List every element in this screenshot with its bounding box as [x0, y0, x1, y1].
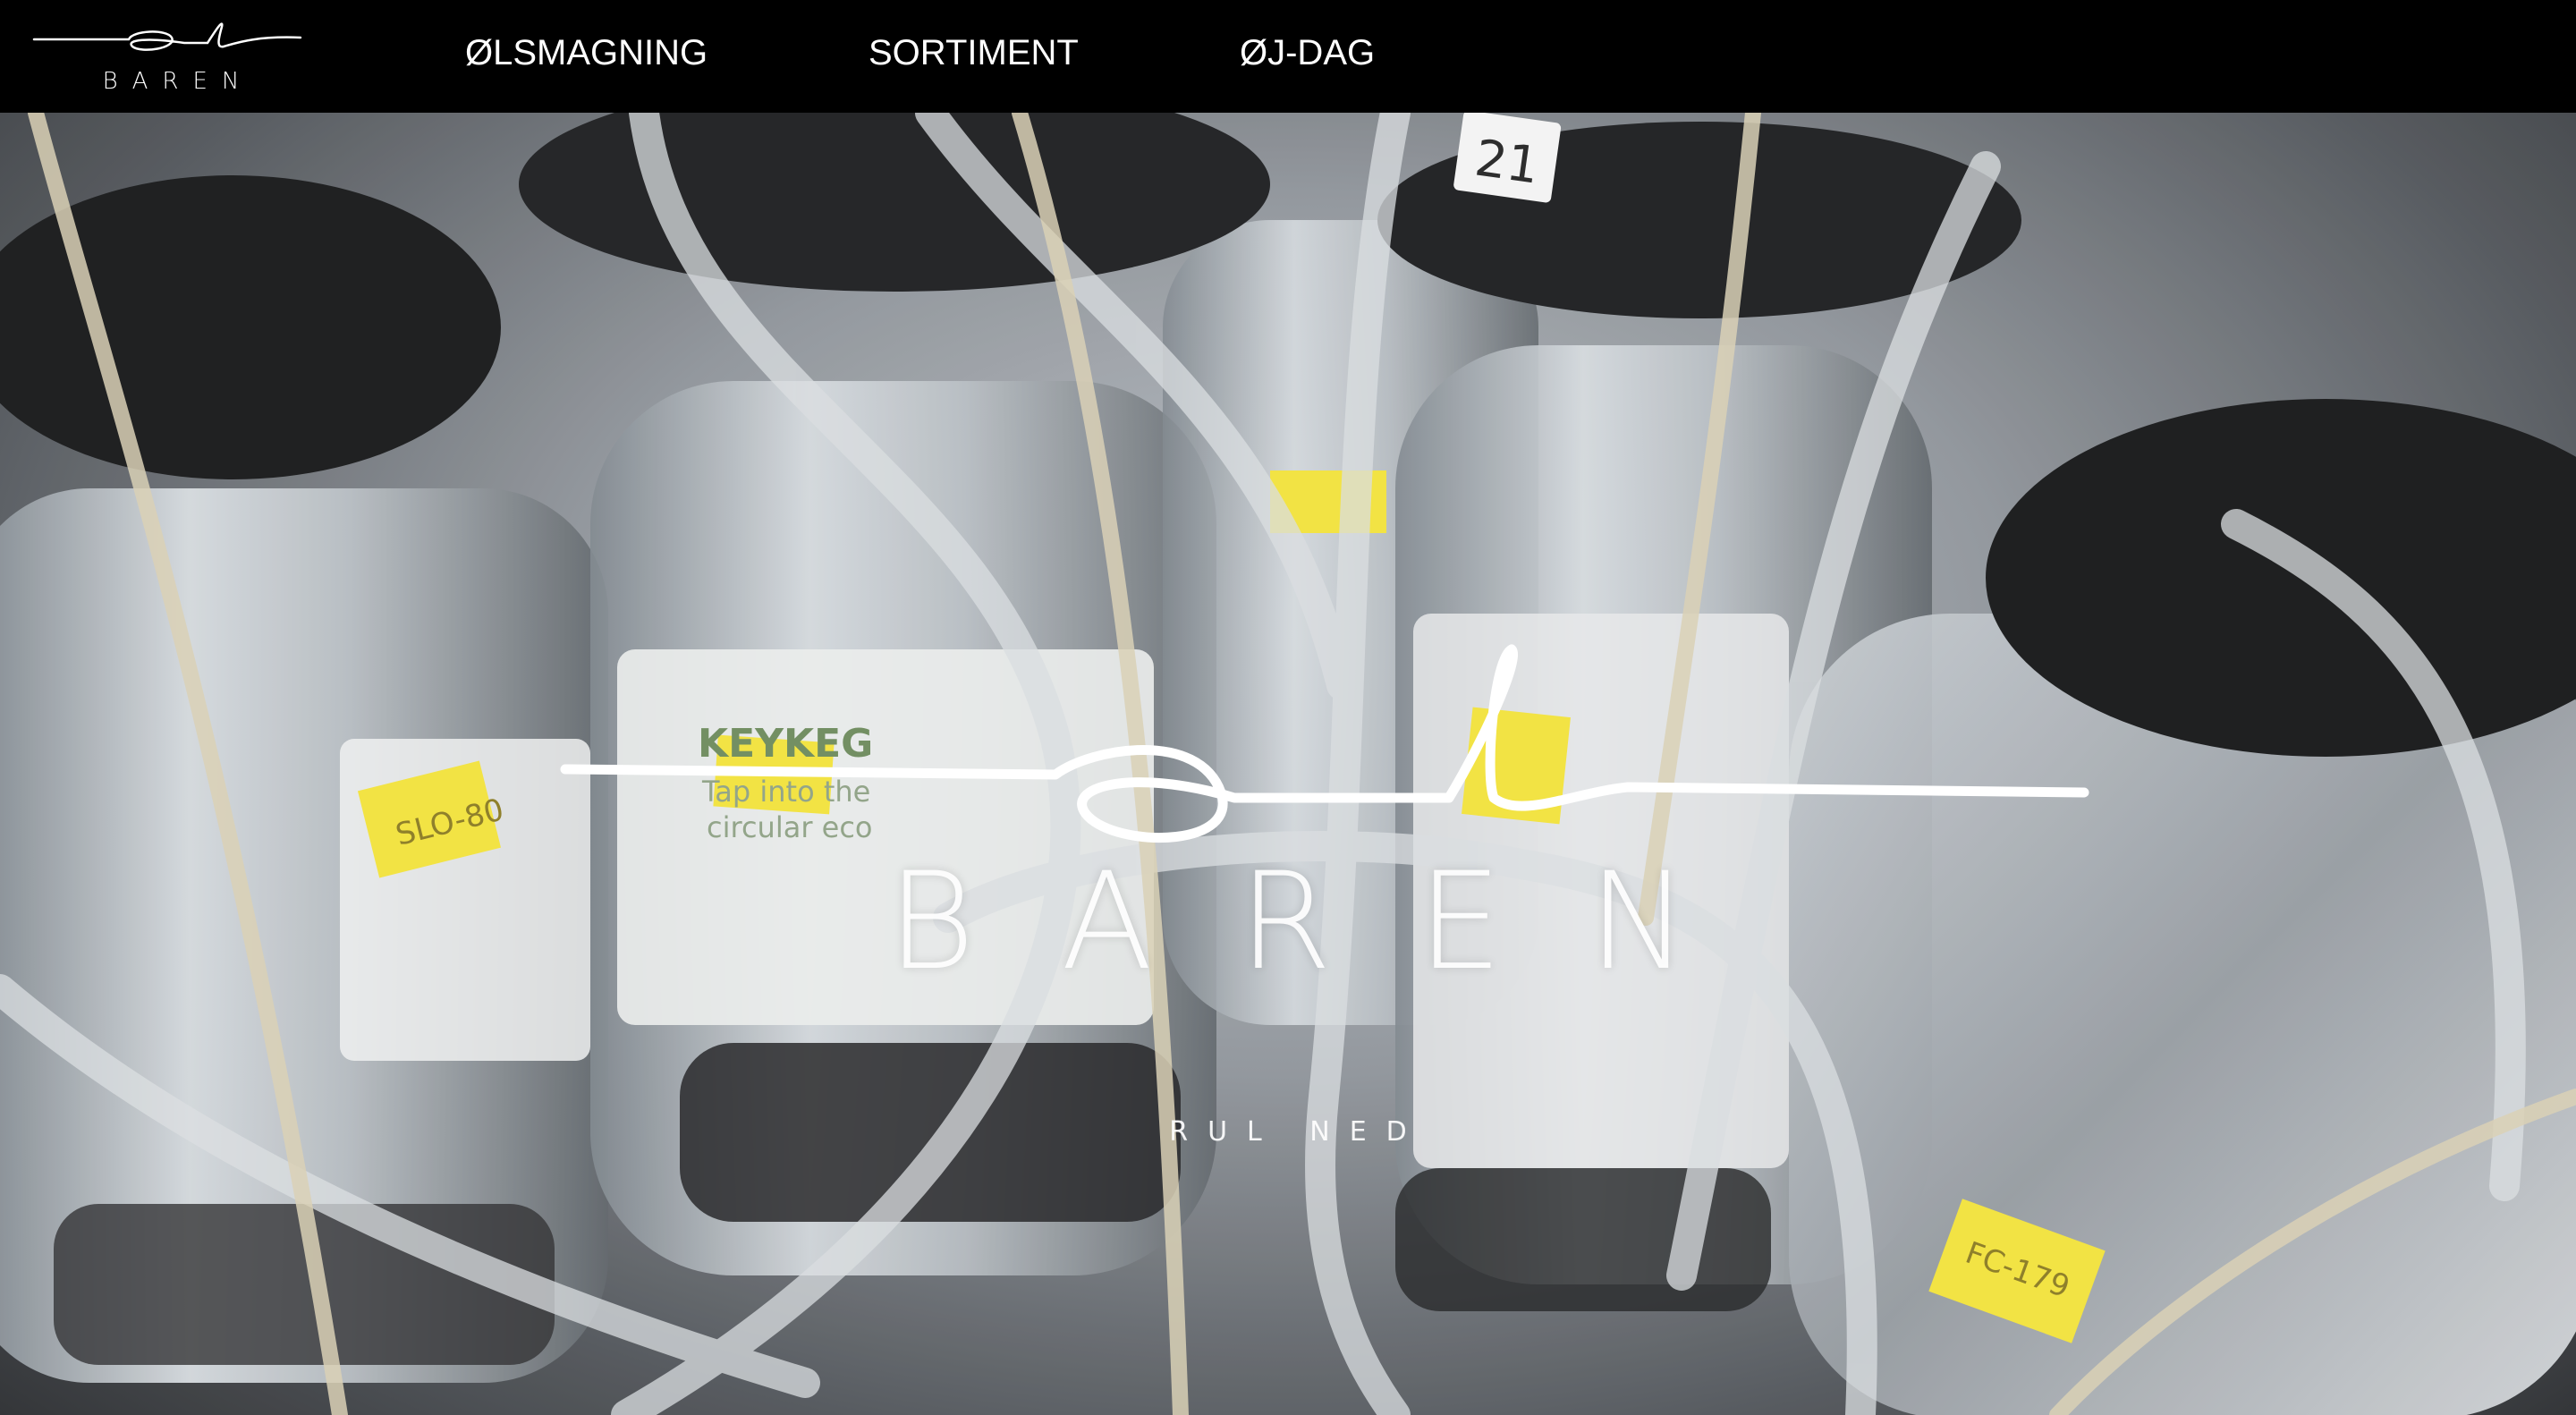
nav-link-olsmagning[interactable]: ØLSMAGNING [465, 30, 708, 75]
hero-title: BAREN [886, 844, 1775, 1000]
nav-link-oj-dag[interactable]: ØJ-DAG [1240, 30, 1375, 75]
logo-wordmark: BAREN [102, 68, 254, 95]
logo-script-mark [32, 22, 302, 51]
nav-link-sortiment[interactable]: SORTIMENT [869, 30, 1079, 75]
hero-logo-script [560, 644, 2089, 843]
top-navigation: BAREN ØLSMAGNING SORTIMENT ØJ-DAG [0, 0, 2576, 113]
site-logo[interactable]: BAREN [32, 13, 309, 98]
hero-section: KEYKEG Tap into the circular eco 21 SLO-… [0, 113, 2576, 1415]
scroll-down-hint[interactable]: RUL NED [0, 1116, 2576, 1148]
